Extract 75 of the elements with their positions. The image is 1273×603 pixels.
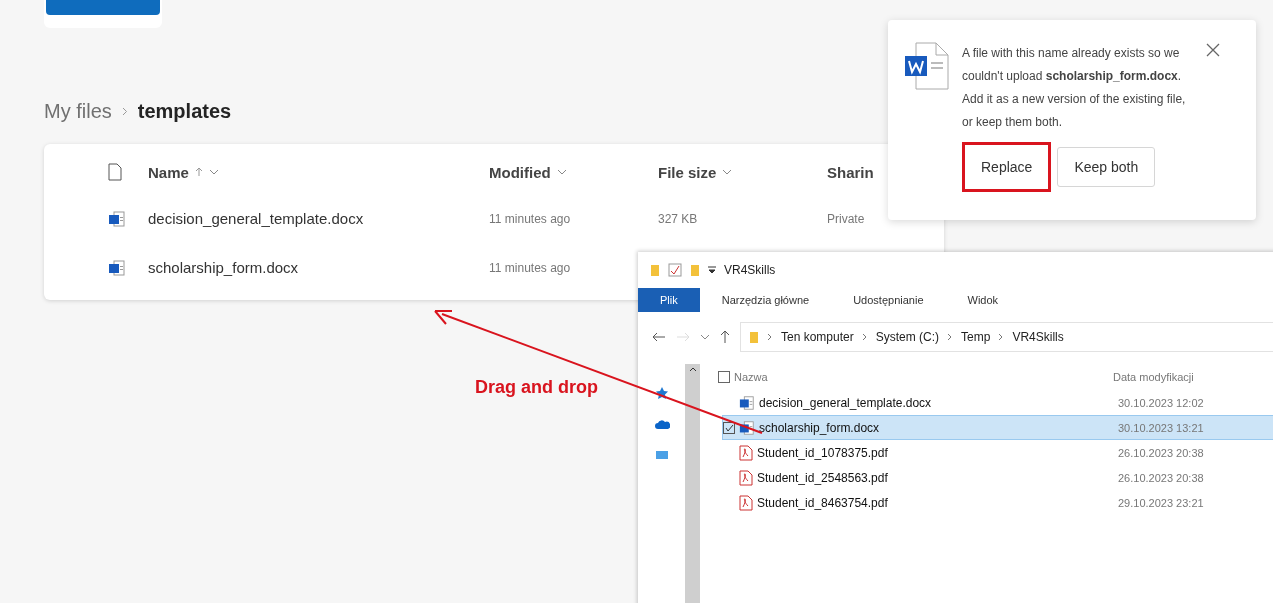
file-name: Student_id_1078375.pdf bbox=[757, 445, 888, 460]
file-row[interactable]: Student_id_1078375.pdf 26.10.2023 20:38 bbox=[722, 440, 1273, 465]
dialog-button[interactable]: Replace bbox=[962, 142, 1052, 192]
scrollbar[interactable] bbox=[685, 364, 700, 603]
word-document-icon bbox=[739, 394, 755, 411]
column-header[interactable]: Name bbox=[148, 163, 489, 181]
pdf-document-icon bbox=[739, 469, 753, 486]
window-title: VR4Skills bbox=[724, 263, 776, 277]
sharing-cell: Private bbox=[827, 211, 865, 226]
computer-icon[interactable] bbox=[654, 450, 669, 462]
file-name: Student_id_2548563.pdf bbox=[757, 470, 888, 485]
path-segment[interactable]: Ten komputer bbox=[781, 330, 854, 344]
checkbox-checked-icon[interactable] bbox=[724, 423, 734, 432]
cloud-icon[interactable] bbox=[653, 420, 670, 430]
word-document-icon bbox=[904, 42, 950, 90]
pdf-document-icon bbox=[739, 494, 753, 511]
date-cell-text: 30.10.2023 12:02 bbox=[1118, 396, 1205, 409]
chevron-right-icon bbox=[861, 333, 868, 341]
up-arrow-icon[interactable] bbox=[720, 330, 730, 344]
annotation-label: Drag and drop bbox=[475, 377, 598, 398]
dialog-message: A file with this name already exists so we couldn't upload scholarship_form.docx. Add it as a new version of the existing file, or keep them both. bbox=[962, 45, 1187, 131]
column-header[interactable]: Modified bbox=[489, 163, 658, 181]
file-size-cell: 327 KB bbox=[658, 211, 698, 226]
modified-cell: 11 minutes ago bbox=[489, 211, 571, 226]
chevron-right-icon bbox=[998, 333, 1005, 341]
file-row[interactable]: scholarship_form.docx 30.10.2023 13:21 bbox=[722, 415, 1273, 440]
chevron-right-icon bbox=[947, 333, 954, 341]
file-row[interactable]: Student_id_8463754.pdf 29.10.2023 23:21 bbox=[722, 490, 1273, 515]
ribbon-tab[interactable]: Widok bbox=[945, 288, 1021, 312]
folder-icon bbox=[690, 263, 700, 277]
file-row[interactable]: decision_general_template.docx 30.10.2023 12:02 bbox=[722, 390, 1273, 415]
chevron-right-icon bbox=[767, 333, 773, 341]
file-name: scholarship_form.docx bbox=[759, 420, 880, 435]
back-arrow-icon[interactable] bbox=[652, 332, 666, 342]
file-row[interactable]: Student_id_2548563.pdf 26.10.2023 20:38 bbox=[722, 465, 1273, 490]
word-document-icon bbox=[108, 258, 126, 277]
column-header[interactable]: File size bbox=[658, 163, 827, 181]
chevron-down-icon bbox=[208, 169, 219, 175]
column-header[interactable]: Data modyfikacji bbox=[1113, 371, 1273, 383]
chevron-down-icon bbox=[556, 169, 567, 175]
path-segment[interactable]: VR4Skills bbox=[1012, 330, 1064, 344]
customize-toolbar-icon[interactable] bbox=[708, 265, 716, 275]
file-type-icon bbox=[108, 163, 122, 181]
sort-up-icon bbox=[194, 167, 203, 177]
column-header[interactable]: Nazwa bbox=[734, 371, 768, 383]
star-icon[interactable] bbox=[654, 386, 669, 400]
chevron-down-icon bbox=[722, 169, 733, 175]
ribbon-tab[interactable]: Udostępnianie bbox=[831, 288, 946, 312]
file-name[interactable]: scholarship_form.docx bbox=[148, 259, 299, 276]
folder-icon bbox=[749, 330, 759, 344]
scroll-up-icon[interactable] bbox=[688, 366, 697, 372]
ribbon-tab[interactable]: Plik bbox=[638, 288, 700, 312]
address-bar[interactable]: Ten komputer System (C:) Temp VR4Skills bbox=[740, 322, 1273, 352]
date-cell-text: 29.10.2023 23:21 bbox=[1118, 496, 1205, 509]
file-name[interactable]: decision_general_template.docx bbox=[148, 210, 364, 227]
date-cell-text: 26.10.2023 20:38 bbox=[1118, 471, 1205, 484]
word-document-icon bbox=[739, 419, 755, 436]
breadcrumb-item[interactable]: templates bbox=[137, 99, 232, 123]
dialog-button[interactable]: Keep both bbox=[1057, 147, 1156, 187]
breadcrumb-item[interactable]: My files bbox=[44, 99, 112, 123]
path-segment[interactable]: System (C:) bbox=[875, 330, 940, 344]
date-cell-text: 30.10.2023 13:21 bbox=[1118, 421, 1205, 434]
chevron-down-icon bbox=[700, 334, 710, 340]
date-cell-text: 26.10.2023 20:38 bbox=[1118, 446, 1205, 459]
path-segment[interactable]: Temp bbox=[961, 330, 991, 344]
file-name: decision_general_template.docx bbox=[759, 395, 932, 410]
folder-icon bbox=[650, 263, 660, 277]
select-all-checkbox[interactable] bbox=[718, 371, 730, 383]
modified-cell: 11 minutes ago bbox=[489, 260, 571, 275]
chevron-right-icon bbox=[121, 106, 128, 116]
pdf-document-icon bbox=[739, 444, 753, 461]
file-name: Student_id_8463754.pdf bbox=[757, 495, 888, 510]
word-document-icon bbox=[108, 209, 126, 228]
ribbon-tab[interactable]: Narzędzia główne bbox=[699, 288, 832, 312]
properties-icon[interactable] bbox=[668, 263, 682, 277]
